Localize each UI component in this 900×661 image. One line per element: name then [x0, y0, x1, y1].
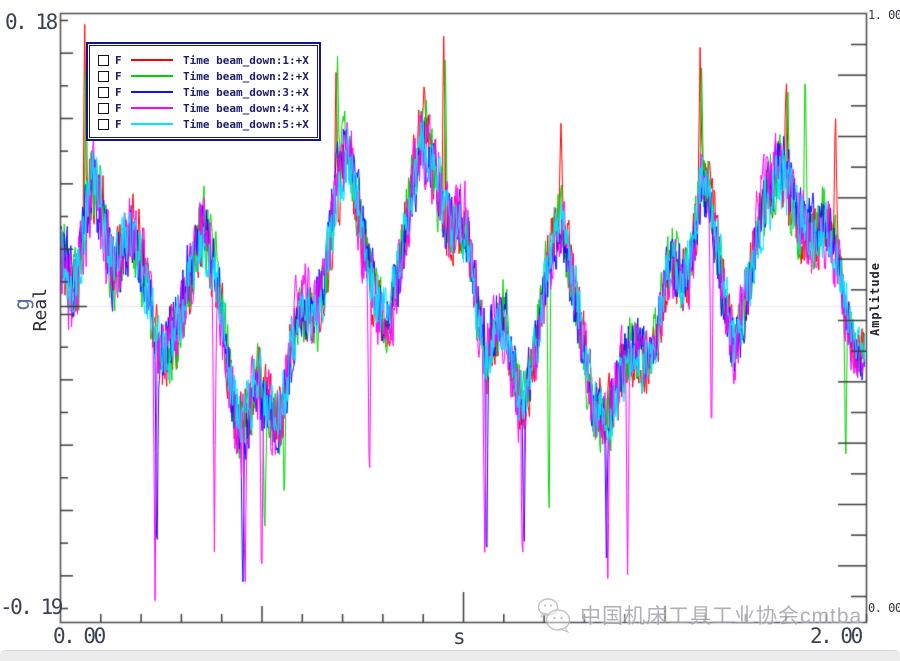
plot-window: 0. 18 -0. 19 g Real 0. 00 2. 00 s 1. 00 … [0, 0, 900, 661]
y-axis-max-tick-label: 0. 18 [5, 10, 56, 34]
legend-series-name: Time beam_down:2:+X [183, 70, 309, 83]
watermark-text: 中国机床工具工业协会cmtba [580, 600, 862, 630]
horizontal-scrollbar[interactable] [0, 650, 900, 661]
legend-row: F Time beam_down:2:+X [98, 68, 309, 84]
legend-visibility-checkbox[interactable] [98, 55, 109, 66]
legend-series-name: Time beam_down:1:+X [183, 54, 309, 67]
x-axis-min-tick-label: 0. 00 [53, 624, 104, 648]
legend-row: F Time beam_down:4:+X [98, 100, 309, 116]
legend-visibility-checkbox[interactable] [98, 87, 109, 98]
legend-line-sample [131, 123, 173, 125]
right-axis-max-tick-label: 1. 00 [868, 8, 900, 22]
watermark: 中国机床工具工业协会cmtba [534, 596, 862, 634]
legend-row: F Time beam_down:3:+X [98, 84, 309, 100]
legend-channel-label: F [115, 86, 125, 99]
legend-line-sample [131, 91, 173, 93]
legend-channel-label: F [115, 70, 125, 83]
legend-row: F Time beam_down:1:+X [98, 52, 309, 68]
y-axis-quantity-label: Real [30, 288, 51, 331]
right-axis-min-tick-label: 0. 00 [868, 601, 900, 615]
legend-line-sample [131, 107, 173, 109]
legend-series-name: Time beam_down:4:+X [183, 102, 309, 115]
y-axis-min-tick-label: -0. 19 [0, 595, 61, 619]
legend-visibility-checkbox[interactable] [98, 71, 109, 82]
legend-channel-label: F [115, 102, 125, 115]
wechat-logo-icon [534, 596, 576, 634]
legend-visibility-checkbox[interactable] [98, 119, 109, 130]
legend-line-sample [131, 75, 173, 77]
legend-line-sample [131, 59, 173, 61]
legend-visibility-checkbox[interactable] [98, 103, 109, 114]
legend-box: F Time beam_down:1:+X F Time beam_down:2:+X… [86, 42, 321, 141]
legend-series-name: Time beam_down:5:+X [183, 118, 309, 131]
right-axis-label: Amplitude [868, 262, 882, 336]
legend-channel-label: F [115, 54, 125, 67]
x-axis-unit-label: s [453, 625, 466, 649]
legend-row: F Time beam_down:5:+X [98, 116, 309, 132]
legend-channel-label: F [115, 118, 125, 131]
legend-series-name: Time beam_down:3:+X [183, 86, 309, 99]
